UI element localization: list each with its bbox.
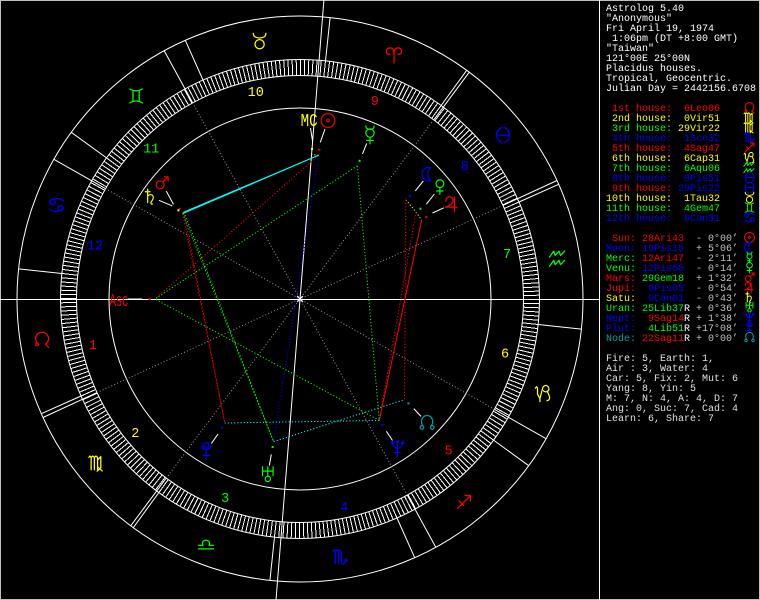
svg-text:MC: MC [301,112,318,132]
svg-text:R: R [684,334,690,345]
svg-text:12th house:: 12th house: [606,213,672,225]
svg-text:7: 7 [503,248,511,263]
svg-text:6Can31: 6Can31 [678,214,720,225]
svg-text:Julian Day = 2442156.6708: Julian Day = 2442156.6708 [606,83,756,95]
svg-text:1: 1 [89,339,97,354]
svg-text:12: 12 [87,239,103,254]
svg-text:4: 4 [340,501,348,516]
svg-text:10: 10 [248,86,264,101]
svg-text:11: 11 [143,142,159,157]
svg-text:9: 9 [371,95,379,110]
svg-text:Asc: Asc [110,292,129,312]
svg-text:8: 8 [461,160,469,175]
svg-text:5: 5 [445,445,453,460]
svg-text:Node:: Node: [606,333,636,345]
svg-text:2: 2 [131,427,139,442]
svg-text:+ 0°00’: + 0°00’ [696,333,738,345]
svg-text:22Sag11: 22Sag11 [642,334,684,345]
svg-text:6: 6 [501,348,509,363]
svg-text:Learn: 6, Share: 7: Learn: 6, Share: 7 [606,413,714,425]
svg-text:3: 3 [221,492,229,507]
